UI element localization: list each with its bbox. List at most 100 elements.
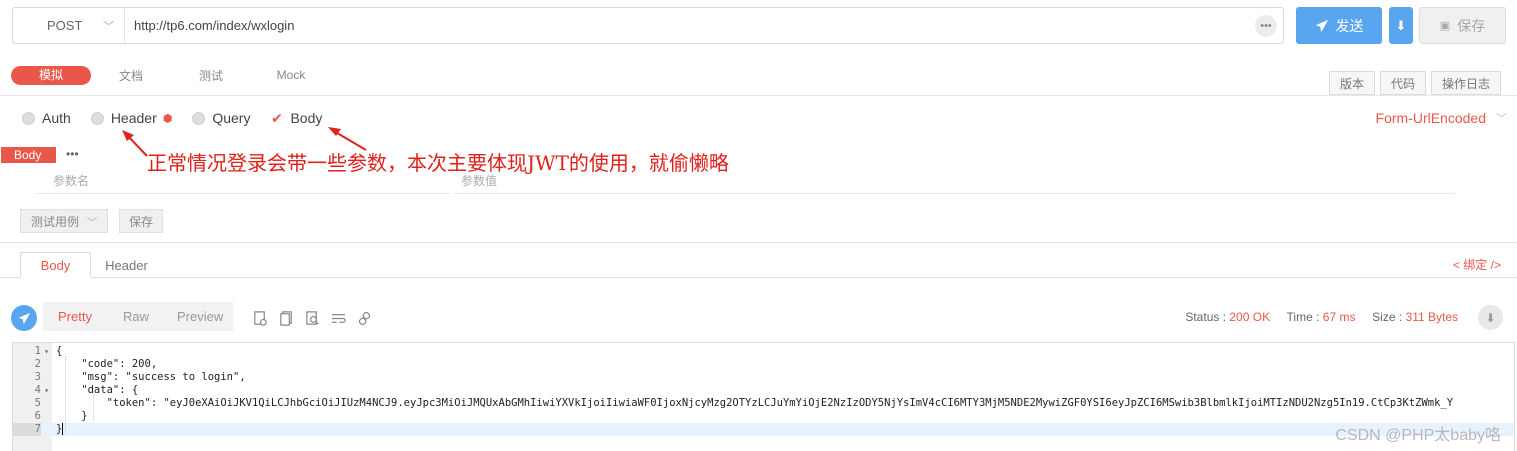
fold-arrow-icon[interactable]: ▾ bbox=[41, 384, 52, 397]
response-tools bbox=[251, 309, 373, 327]
bind-link[interactable]: < 绑定 /> bbox=[1453, 256, 1501, 273]
save-case-button[interactable]: 保存 bbox=[119, 209, 163, 233]
line-number: 1 bbox=[34, 345, 41, 357]
floppy-disk-icon: ▣ bbox=[1439, 20, 1451, 32]
chevron-down-icon: ﹀ bbox=[87, 217, 97, 229]
indent-guide bbox=[65, 356, 66, 434]
encoding-label: Form-UrlEncoded bbox=[1375, 110, 1486, 126]
line-number: 3 bbox=[34, 371, 41, 383]
response-editor[interactable]: 1 ▾{2 "code": 200, 3 "msg": "success to lo… bbox=[12, 342, 1515, 451]
time-value: 67 ms bbox=[1322, 310, 1356, 324]
code-line: 4 ▾ "data": { bbox=[13, 384, 1514, 397]
tab-code[interactable]: 代码 bbox=[1379, 71, 1426, 95]
view-mode-tabs: Pretty Raw Preview bbox=[43, 302, 233, 331]
code-line: 3 "msg": "success to login", bbox=[13, 371, 1514, 384]
code-line: 7} bbox=[13, 423, 1514, 436]
param-value-input[interactable]: 参数值 bbox=[461, 172, 497, 189]
test-case-label: 测试用例 bbox=[30, 214, 79, 229]
arrowhead-header bbox=[122, 130, 134, 141]
code-line: 6 } bbox=[13, 410, 1514, 423]
code-text: "code": 200, bbox=[56, 358, 158, 370]
more-options-button[interactable]: ••• bbox=[1255, 15, 1277, 37]
tab-response-header[interactable]: Header bbox=[91, 252, 162, 278]
paper-plane-icon[interactable] bbox=[11, 305, 37, 331]
code-text: "token": "eyJ0eXAiOiJKV1QiLCJhbGciOiJIUz… bbox=[56, 397, 1454, 409]
arrowhead-body bbox=[328, 127, 341, 136]
text-cursor bbox=[62, 423, 64, 435]
divider bbox=[36, 193, 450, 194]
method-label: POST bbox=[47, 18, 83, 33]
tab-raw[interactable]: Raw bbox=[109, 309, 163, 324]
download-icon[interactable]: ⬇ bbox=[1478, 305, 1503, 330]
tab-pretty[interactable]: Pretty bbox=[43, 309, 109, 324]
line-number: 5 bbox=[34, 397, 41, 409]
radio-label: Header bbox=[110, 110, 157, 126]
encoding-select[interactable]: Form-UrlEncoded ﹀ bbox=[1376, 110, 1507, 126]
body-more-icon[interactable]: ••• bbox=[66, 147, 79, 161]
code-text: } bbox=[56, 410, 88, 422]
code-line: 5 "token": "eyJ0eXAiOiJKV1QiLCJhbGciOiJI… bbox=[13, 397, 1514, 410]
divider bbox=[455, 193, 1455, 194]
fold-arrow-icon[interactable]: ▾ bbox=[41, 345, 52, 358]
body-section-tag: Body bbox=[1, 147, 56, 163]
code-line: 1 ▾ { bbox=[13, 345, 1514, 358]
param-type-group: Auth Header ⬢ Query ✔ Body bbox=[22, 110, 342, 126]
tab-docs[interactable]: 文档 bbox=[91, 67, 171, 84]
format-icon[interactable] bbox=[251, 309, 269, 327]
size-value: 311 Bytes bbox=[1405, 310, 1458, 324]
send-button[interactable]: 发送 bbox=[1296, 7, 1382, 44]
send-label: 发送 bbox=[1335, 17, 1364, 34]
link-icon[interactable] bbox=[355, 309, 373, 327]
tab-operation-log[interactable]: 操作日志 bbox=[1430, 71, 1501, 95]
response-status: Status : 200 OK Time : 67 ms Size : 311 … bbox=[1185, 310, 1458, 324]
response-tabs: Body Header bbox=[20, 252, 162, 278]
save-label: 保存 bbox=[1457, 17, 1486, 34]
code-line: 2 "code": 200, bbox=[13, 358, 1514, 371]
code-text: { bbox=[56, 345, 63, 357]
tab-version[interactable]: 版本 bbox=[1328, 71, 1375, 95]
code-text: } bbox=[56, 423, 63, 435]
tab-preview[interactable]: Preview bbox=[163, 309, 237, 324]
line-number: 4 bbox=[34, 384, 41, 396]
divider bbox=[0, 242, 1517, 243]
indent-guide bbox=[93, 395, 94, 421]
radio-label: Auth bbox=[42, 110, 71, 126]
save-request-button[interactable]: ▣ 保存 bbox=[1419, 7, 1506, 44]
line-number: 7 bbox=[13, 423, 41, 436]
radio-query[interactable]: Query bbox=[192, 110, 250, 126]
check-icon: ✔ bbox=[270, 109, 284, 126]
line-number: 6 bbox=[34, 410, 41, 422]
radio-dot bbox=[22, 111, 35, 125]
radio-header[interactable]: Header ⬢ bbox=[90, 110, 173, 126]
send-dropdown-button[interactable]: ⬇ bbox=[1389, 7, 1413, 44]
line-number: 2 bbox=[34, 358, 41, 370]
test-case-select[interactable]: 测试用例 ﹀ bbox=[20, 209, 108, 233]
annotation-text: 正常情况登录会带一些参数，本次主要体现JWT的使用，就偷懒略 bbox=[147, 151, 729, 175]
copy-icon[interactable] bbox=[277, 309, 295, 327]
radio-body[interactable]: ✔ Body bbox=[270, 110, 322, 126]
radio-label: Body bbox=[290, 110, 323, 126]
time-label: Time : bbox=[1286, 310, 1320, 324]
search-icon[interactable] bbox=[303, 309, 321, 327]
status-label: Status : bbox=[1185, 310, 1227, 324]
wrap-icon[interactable] bbox=[329, 309, 347, 327]
tab-response-body[interactable]: Body bbox=[20, 252, 91, 278]
divider bbox=[0, 95, 1517, 96]
url-input[interactable]: http://tp6.com/index/wxlogin bbox=[125, 8, 1249, 43]
radio-auth[interactable]: Auth bbox=[22, 110, 71, 126]
method-select[interactable]: POST ﹀ bbox=[13, 8, 125, 43]
divider bbox=[0, 277, 1517, 278]
tab-simulate[interactable]: 模拟 bbox=[11, 65, 91, 85]
cube-icon: ⬢ bbox=[162, 112, 173, 125]
radio-dot bbox=[90, 111, 104, 125]
chevron-down-icon: ﹀ bbox=[103, 20, 114, 33]
chevron-down-icon: ﹀ bbox=[1496, 113, 1507, 125]
size-label: Size : bbox=[1372, 310, 1403, 324]
tab-mock[interactable]: Mock bbox=[251, 68, 331, 82]
radio-dot bbox=[192, 111, 206, 125]
param-name-input[interactable]: 参数名 bbox=[53, 172, 89, 189]
radio-label: Query bbox=[212, 110, 251, 126]
arrow-to-header bbox=[125, 133, 148, 157]
tab-test[interactable]: 测试 bbox=[171, 67, 251, 84]
request-mode-tabs: 模拟 文档 测试 Mock bbox=[11, 65, 331, 85]
